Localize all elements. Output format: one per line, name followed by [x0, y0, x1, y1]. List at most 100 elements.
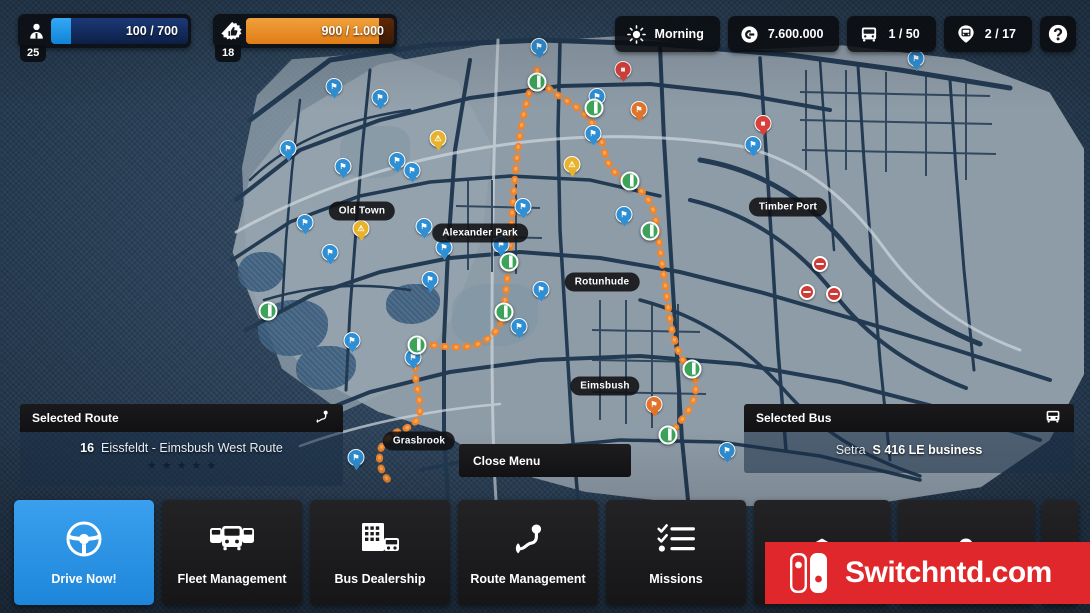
- close-menu-button[interactable]: Close Menu: [459, 444, 631, 477]
- bus-stop-glyph: ▐: [664, 429, 672, 440]
- map-pin-blue[interactable]: ⚑: [718, 442, 736, 464]
- map-pin-glyph: ⚑: [330, 81, 338, 91]
- map-pin-blue[interactable]: ⚑: [530, 38, 548, 60]
- money-indicator[interactable]: 7.600.000: [727, 16, 840, 52]
- map-pin-blue[interactable]: ⚑: [371, 89, 389, 111]
- map-pin-blue[interactable]: ⚑: [421, 271, 439, 293]
- map-pin-orange[interactable]: ⚑: [645, 396, 663, 418]
- map-pin-blue[interactable]: ⚑: [296, 214, 314, 236]
- bus-stop-marker[interactable]: ▐: [584, 98, 604, 118]
- bus-stop-icon: [956, 24, 976, 44]
- route-icon: [508, 520, 548, 558]
- bus-stop-marker[interactable]: ▐: [494, 302, 514, 322]
- nav-button-route-management[interactable]: Route Management: [458, 500, 598, 605]
- map-pin-blue[interactable]: ⚑: [334, 158, 352, 180]
- selected-bus-header: Selected Bus: [744, 404, 1074, 432]
- map-pin-blue[interactable]: ⚑: [615, 206, 633, 228]
- bus-stop-marker[interactable]: ▐: [258, 301, 278, 321]
- selected-route-body: 16 Eissfeldt - Eimsbush West Route ★ ★ ★ ★ ★: [20, 432, 343, 486]
- map-pin-blue[interactable]: ⚑: [279, 140, 297, 162]
- map-pin-head: ⚑: [415, 218, 433, 235]
- map-pin-red[interactable]: ■: [754, 115, 772, 137]
- map-pin-head: ■: [754, 115, 772, 132]
- map-pin-yellow[interactable]: ⚠: [563, 156, 581, 178]
- bus-stop-glyph: ▐: [505, 256, 513, 267]
- nav-button-missions[interactable]: Missions: [606, 500, 746, 605]
- map-pin-blue[interactable]: ⚑: [325, 78, 343, 100]
- bus-count-indicator[interactable]: 1 / 50: [847, 16, 936, 52]
- map-pin-blue[interactable]: ⚑: [403, 162, 421, 184]
- map-pin-blue[interactable]: ⚑: [510, 318, 528, 340]
- passenger-stat[interactable]: 100 / 700: [18, 14, 191, 48]
- map-pin-blue[interactable]: ⚑: [343, 332, 361, 354]
- map-pin-blue[interactable]: ⚑: [347, 449, 365, 471]
- bus-stop-glyph: ▐: [413, 339, 421, 350]
- bus-stop-glyph: ▐: [590, 102, 598, 113]
- map-pin-head: ⚑: [645, 396, 663, 413]
- map-pin-blue[interactable]: ⚑: [415, 218, 433, 240]
- bus-stop-marker[interactable]: ▐: [620, 171, 640, 191]
- bus-model: S 416 LE business: [872, 443, 983, 457]
- map-pin-orange[interactable]: ⚑: [630, 101, 648, 123]
- selected-route-panel[interactable]: Selected Route 16 Eissfeldt - Eimsbush W…: [20, 404, 343, 486]
- sun-icon: [626, 24, 646, 44]
- map-pin-head: ⚑: [347, 449, 365, 466]
- map-pin-blue[interactable]: ⚑: [744, 136, 762, 158]
- stop-count-indicator[interactable]: 2 / 17: [943, 16, 1032, 52]
- bus-stop-marker[interactable]: ▐: [682, 359, 702, 379]
- map-pin-blue[interactable]: ⚑: [532, 281, 550, 303]
- steering-wheel-icon: [64, 520, 104, 558]
- selected-bus-title: Selected Bus: [756, 411, 832, 425]
- map-pin-head: ⚑: [321, 244, 339, 261]
- map-pin-glyph: ⚑: [723, 445, 731, 455]
- route-star: ★: [176, 460, 187, 472]
- map-pin-glyph: ⚑: [408, 165, 416, 175]
- help-button[interactable]: [1040, 16, 1076, 52]
- map-pin-head: ⚑: [325, 78, 343, 95]
- bus-stop-glyph: ▐: [646, 225, 654, 236]
- map-pin-head: ⚠: [429, 130, 447, 147]
- no-entry-marker: [799, 284, 815, 300]
- bus-stop-marker[interactable]: ▐: [640, 221, 660, 241]
- map-pin-head: ⚑: [615, 206, 633, 223]
- question-mark-icon: [1047, 23, 1069, 45]
- reputation-stat[interactable]: 900 / 1.000: [213, 14, 397, 48]
- map-pin-blue[interactable]: ⚑: [514, 198, 532, 220]
- reputation-bar: 900 / 1.000: [246, 18, 394, 44]
- map-pin-yellow[interactable]: ⚠: [352, 220, 370, 242]
- map-pin-glyph: ⚑: [589, 128, 597, 138]
- nav-button-bus-dealership[interactable]: Bus Dealership: [310, 500, 450, 605]
- district-label: Alexander Park: [432, 223, 528, 243]
- map-pin-glyph: ⚑: [348, 335, 356, 345]
- map-pin-glyph: ■: [620, 64, 626, 74]
- selected-route-title: Selected Route: [32, 411, 119, 425]
- selected-route-header: Selected Route: [20, 404, 343, 432]
- bus-stop-marker[interactable]: ▐: [658, 425, 678, 445]
- time-of-day-indicator[interactable]: Morning: [614, 16, 720, 52]
- map-pin-head: ⚑: [744, 136, 762, 153]
- route-star: ★: [146, 460, 157, 472]
- nav-button-label: Bus Dealership: [334, 571, 426, 586]
- site-watermark: Switchntd.com: [765, 542, 1090, 604]
- map-pin-blue[interactable]: ⚑: [907, 50, 925, 72]
- bus-stop-marker[interactable]: ▐: [407, 335, 427, 355]
- bus-stop-glyph: ▐: [533, 76, 541, 87]
- reputation-stat-group: 900 / 1.000 18: [213, 14, 397, 62]
- map-pin-blue[interactable]: ⚑: [584, 125, 602, 147]
- passenger-icon: [21, 17, 51, 45]
- map-pin-yellow[interactable]: ⚠: [429, 130, 447, 152]
- selected-bus-panel[interactable]: Selected Bus Setra S 416 LE business: [744, 404, 1074, 473]
- bus-stop-marker[interactable]: ▐: [499, 252, 519, 272]
- map-pin-glyph: ⚑: [393, 155, 401, 165]
- map-pin-glyph: ⚠: [434, 133, 442, 143]
- map-pin-blue[interactable]: ⚑: [321, 244, 339, 266]
- map-pin-glyph: ⚑: [376, 92, 384, 102]
- selected-bus-body: Setra S 416 LE business: [744, 432, 1074, 473]
- map-pin-red[interactable]: ■: [614, 61, 632, 83]
- nav-button-drive-now[interactable]: Drive Now!: [14, 500, 154, 605]
- nav-button-fleet-management[interactable]: Fleet Management: [162, 500, 302, 605]
- checklist-icon: [656, 520, 696, 558]
- bus-stop-marker[interactable]: ▐: [527, 72, 547, 92]
- map-pin-glyph: ⚑: [515, 321, 523, 331]
- map-pin-glyph: ⚠: [357, 223, 365, 233]
